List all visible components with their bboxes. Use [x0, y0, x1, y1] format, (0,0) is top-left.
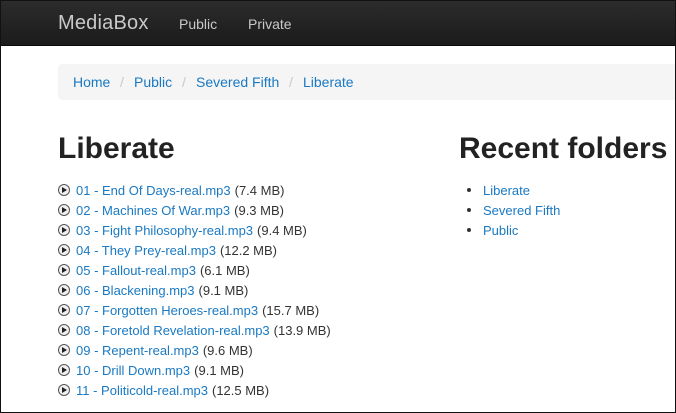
file-link[interactable]: 04 - They Prey-real.mp3 — [76, 243, 216, 258]
recent-folder-link[interactable]: Severed Fifth — [483, 203, 560, 218]
play-icon[interactable] — [58, 384, 70, 396]
breadcrumb-home[interactable]: Home — [73, 74, 110, 90]
file-size: (6.1 MB) — [199, 262, 250, 278]
file-item: 02 - Machines Of War.mp3 (9.3 MB) — [58, 200, 331, 220]
file-link[interactable]: 03 - Fight Philosophy-real.mp3 — [76, 223, 253, 238]
bullet-icon — [467, 208, 471, 212]
recent-folder-item: Public — [467, 220, 560, 240]
file-item: 11 - Politicold-real.mp3 (12.5 MB) — [58, 380, 331, 400]
brand-logo[interactable]: MediaBox — [58, 12, 149, 35]
file-item: 06 - Blackening.mp3 (9.1 MB) — [58, 280, 331, 300]
recent-folder-item: Liberate — [467, 180, 560, 200]
bullet-icon — [467, 228, 471, 232]
recent-folder-link[interactable]: Liberate — [483, 183, 530, 198]
play-icon[interactable] — [58, 284, 70, 296]
page-title: Liberate — [58, 132, 175, 165]
play-icon[interactable] — [58, 364, 70, 376]
file-item: 05 - Fallout-real.mp3 (6.1 MB) — [58, 260, 331, 280]
play-icon[interactable] — [58, 344, 70, 356]
play-icon[interactable] — [58, 304, 70, 316]
file-size: (7.4 MB) — [234, 182, 285, 198]
breadcrumb-liberate[interactable]: Liberate — [303, 74, 354, 90]
nav-link-private[interactable]: Private — [248, 16, 292, 32]
play-icon[interactable] — [58, 184, 70, 196]
recent-folders-title: Recent folders — [459, 132, 668, 165]
file-item: 10 - Drill Down.mp3 (9.1 MB) — [58, 360, 331, 380]
recent-folder-item: Severed Fifth — [467, 200, 560, 220]
file-item: 01 - End Of Days-real.mp3 (7.4 MB) — [58, 180, 331, 200]
file-link[interactable]: 08 - Foretold Revelation-real.mp3 — [76, 323, 270, 338]
file-link[interactable]: 11 - Politicold-real.mp3 — [76, 383, 208, 398]
file-size: (9.6 MB) — [202, 342, 253, 358]
play-icon[interactable] — [58, 264, 70, 276]
top-navbar: MediaBox Public Private — [1, 1, 675, 46]
file-link[interactable]: 10 - Drill Down.mp3 — [76, 363, 190, 378]
file-size: (9.1 MB) — [198, 282, 249, 298]
file-item: 04 - They Prey-real.mp3 (12.2 MB) — [58, 240, 331, 260]
file-size: (13.9 MB) — [273, 322, 331, 338]
breadcrumb: Home / Public / Severed Fifth / Liberate — [58, 64, 675, 100]
file-size: (9.1 MB) — [194, 362, 244, 378]
bullet-icon — [467, 188, 471, 192]
play-icon[interactable] — [58, 324, 70, 336]
file-link[interactable]: 01 - End Of Days-real.mp3 — [76, 183, 231, 198]
breadcrumb-separator: / — [182, 74, 186, 90]
file-size: (9.4 MB) — [257, 222, 307, 238]
file-link[interactable]: 07 - Forgotten Heroes-real.mp3 — [76, 303, 258, 318]
breadcrumb-public[interactable]: Public — [134, 74, 172, 90]
file-size: (9.3 MB) — [234, 202, 284, 218]
file-item: 03 - Fight Philosophy-real.mp3 (9.4 MB) — [58, 220, 331, 240]
file-item: 07 - Forgotten Heroes-real.mp3 (15.7 MB) — [58, 300, 331, 320]
file-size: (12.2 MB) — [219, 242, 278, 258]
file-link[interactable]: 06 - Blackening.mp3 — [76, 283, 195, 298]
file-size: (15.7 MB) — [262, 302, 320, 318]
recent-folder-link[interactable]: Public — [483, 223, 518, 238]
play-icon[interactable] — [58, 204, 70, 216]
file-link[interactable]: 09 - Repent-real.mp3 — [76, 343, 199, 358]
file-link[interactable]: 05 - Fallout-real.mp3 — [76, 263, 196, 278]
file-link[interactable]: 02 - Machines Of War.mp3 — [76, 203, 230, 218]
file-item: 09 - Repent-real.mp3 (9.6 MB) — [58, 340, 331, 360]
nav-link-public[interactable]: Public — [179, 16, 217, 32]
breadcrumb-severed-fifth[interactable]: Severed Fifth — [196, 74, 279, 90]
recent-folders-list: Liberate Severed Fifth Public — [467, 180, 560, 240]
file-list: 01 - End Of Days-real.mp3 (7.4 MB) 02 - … — [58, 180, 331, 400]
app-window: MediaBox Public Private Home / Public / … — [0, 0, 676, 413]
file-size: (12.5 MB) — [211, 382, 270, 398]
play-icon[interactable] — [58, 244, 70, 256]
file-item: 08 - Foretold Revelation-real.mp3 (13.9 … — [58, 320, 331, 340]
play-icon[interactable] — [58, 224, 70, 236]
breadcrumb-separator: / — [289, 74, 293, 90]
breadcrumb-separator: / — [120, 74, 124, 90]
